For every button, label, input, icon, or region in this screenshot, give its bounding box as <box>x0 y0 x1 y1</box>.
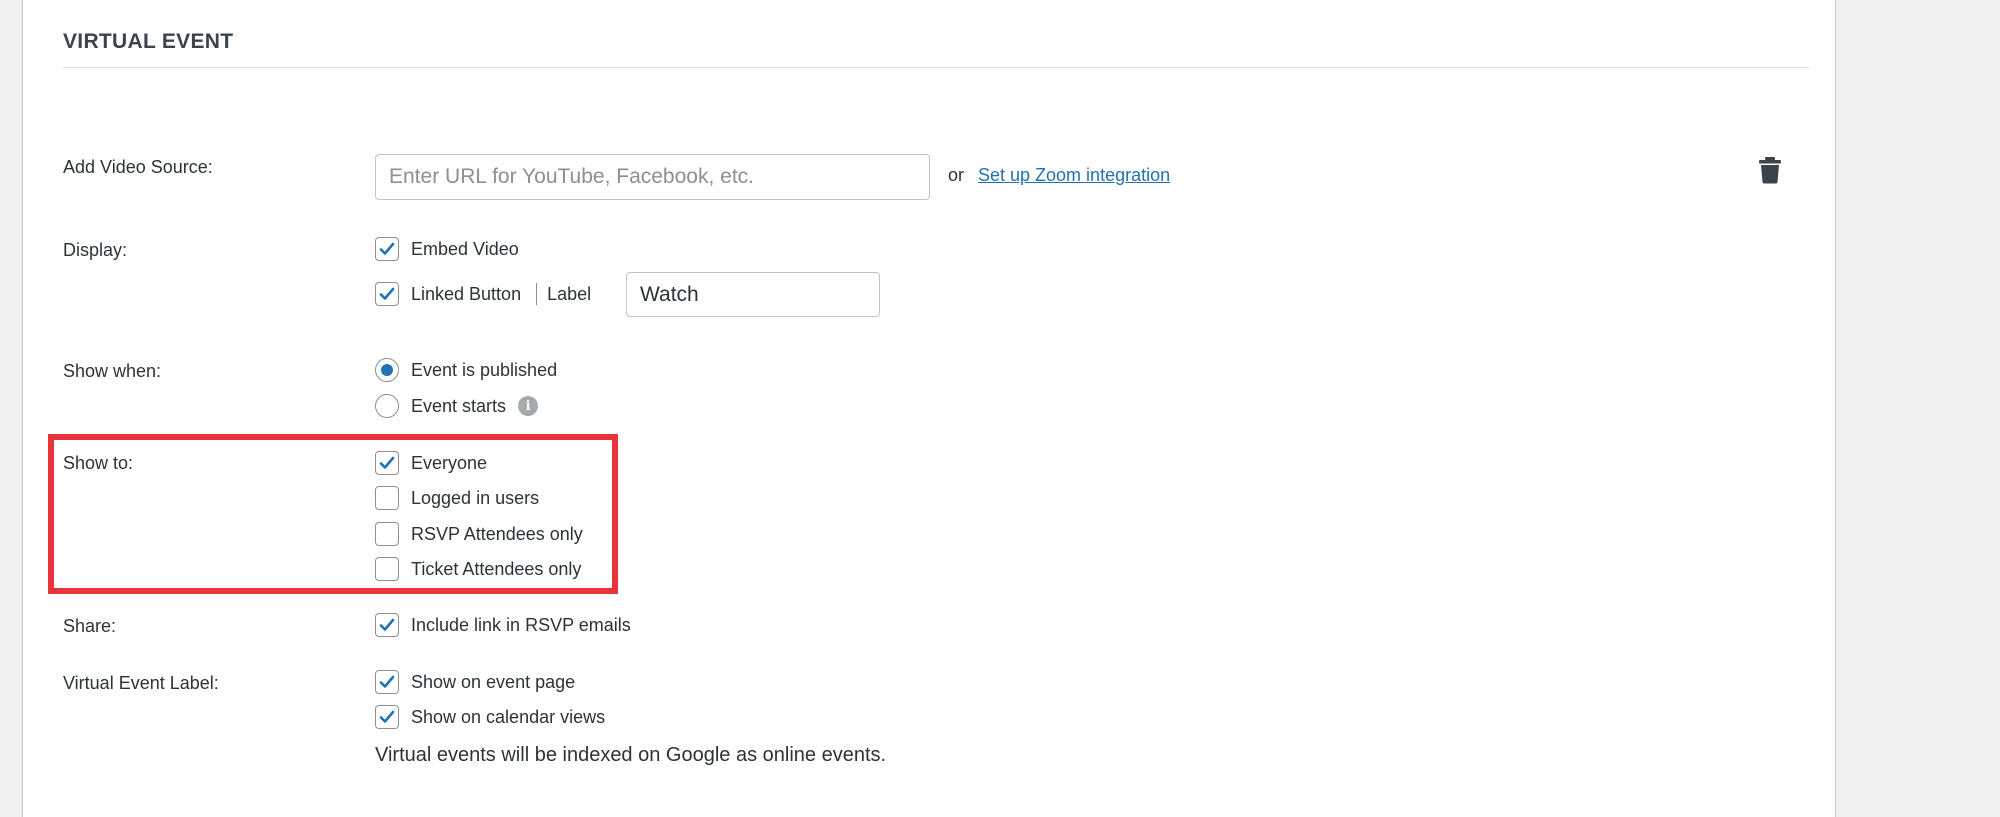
show-on-calendar-checkbox[interactable] <box>375 705 399 729</box>
event-starts-label: Event starts <box>411 395 507 416</box>
embed-video-label: Embed Video <box>411 238 519 259</box>
button-label-input[interactable] <box>626 272 880 317</box>
event-published-option: Event is published <box>375 358 557 382</box>
show-when-label: Show when: <box>63 361 162 381</box>
share-label: Share: <box>63 616 117 636</box>
video-source-label: Add Video Source: <box>63 157 213 177</box>
event-starts-radio[interactable] <box>375 394 399 418</box>
virtual-event-label-label: Virtual Event Label: <box>63 673 219 693</box>
event-starts-option: Event starts i <box>375 394 539 418</box>
display-label: Display: <box>63 240 128 260</box>
show-on-calendar-option: Show on calendar views <box>375 705 605 729</box>
embed-video-option: Embed Video <box>375 237 519 261</box>
virtual-event-panel: VIRTUAL EVENT Add Video Source: or Set u… <box>22 0 1836 817</box>
trash-icon[interactable] <box>1758 156 1782 184</box>
label-separator <box>536 283 538 305</box>
show-on-calendar-label: Show on calendar views <box>411 706 606 727</box>
section-title: VIRTUAL EVENT <box>63 30 234 53</box>
show-on-event-page-label: Show on event page <box>411 671 576 692</box>
video-url-input[interactable] <box>375 154 930 200</box>
button-label-caption: Label <box>547 283 592 304</box>
zoom-integration-link[interactable]: Set up Zoom integration <box>978 165 1170 186</box>
include-link-label: Include link in RSVP emails <box>411 614 631 635</box>
linked-button-option: Linked Button Label <box>375 282 591 306</box>
linked-button-checkbox[interactable] <box>375 282 399 306</box>
include-link-checkbox[interactable] <box>375 613 399 637</box>
or-text: or <box>948 165 965 185</box>
event-published-label: Event is published <box>411 359 558 380</box>
embed-video-checkbox[interactable] <box>375 237 399 261</box>
radio-selected-dot <box>381 364 393 376</box>
event-published-radio[interactable] <box>375 358 399 382</box>
section-divider <box>63 67 1809 68</box>
linked-button-label: Linked Button <box>411 283 522 304</box>
info-icon[interactable]: i <box>518 396 539 416</box>
share-rsvp-option: Include link in RSVP emails <box>375 613 631 637</box>
show-on-event-page-option: Show on event page <box>375 670 575 694</box>
indexing-note: Virtual events will be indexed on Google… <box>375 744 887 766</box>
show-to-highlight-box <box>48 434 618 594</box>
show-on-event-page-checkbox[interactable] <box>375 670 399 694</box>
